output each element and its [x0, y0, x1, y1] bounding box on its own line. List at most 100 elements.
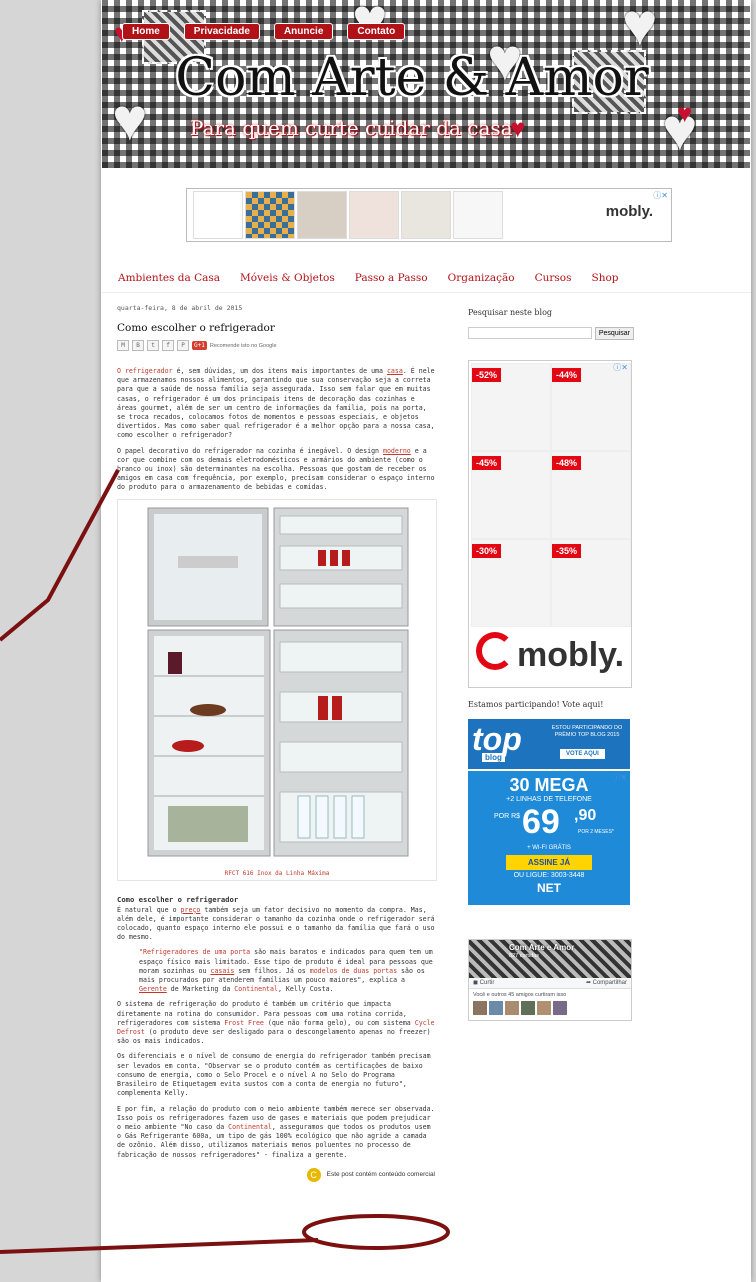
gplus-button[interactable]: G+1	[192, 341, 207, 350]
nav-anuncie[interactable]: Anuncie	[273, 23, 334, 40]
heart-icon: ♥	[622, 0, 658, 58]
blog-tagline: Para quem curte cuidar da casa	[190, 116, 513, 140]
net-months: POR 2 MESES*	[578, 829, 614, 835]
avatar[interactable]	[537, 1001, 551, 1015]
menu-moveis[interactable]: Móveis & Objetos	[240, 272, 335, 284]
post-title[interactable]: Como escolher o refrigerador	[117, 322, 435, 334]
avatar[interactable]	[505, 1001, 519, 1015]
net-por: POR R$	[494, 813, 521, 820]
text: de Marketing da	[166, 985, 235, 994]
net-mega: 30 MEGA	[509, 775, 589, 795]
text: O papel decorativo do refrigerador na co…	[117, 446, 383, 455]
discount-badge: -35%	[552, 544, 582, 558]
top-navigation: Home Privacidade Anuncie Contato	[122, 23, 406, 40]
search-widget: Pesquisar	[468, 327, 634, 340]
adchoices-icon[interactable]: ⓘ✕	[653, 190, 668, 201]
section-heading: Como escolher o refrigerador	[117, 894, 239, 904]
facebook-icon[interactable]: f	[162, 340, 174, 351]
avatar[interactable]	[521, 1001, 535, 1015]
top-blog-text: ESTOU PARTICIPANDO DO PRÊMIO TOP BLOG 20…	[551, 725, 623, 738]
top-blog-logo-sub: blog	[482, 753, 505, 762]
text: . É nele que armazenamos nossos alimento…	[117, 367, 435, 440]
menu-shop[interactable]: Shop	[592, 272, 619, 284]
ad-product-image: -45%	[471, 451, 551, 539]
link-frost-free[interactable]: Frost Free	[224, 1019, 264, 1027]
top-blog-badge[interactable]: top blog ESTOU PARTICIPANDO DO PRÊMIO TO…	[468, 719, 630, 769]
link-refrigerador[interactable]: O refrigerador	[117, 367, 173, 375]
facebook-like-button[interactable]: ◼ Curtir	[473, 979, 494, 986]
link-continental[interactable]: Continental	[228, 1123, 272, 1131]
ad-product-image: -30%	[471, 539, 551, 627]
commercial-text: Este post contém conteúdo comercial	[326, 1171, 435, 1179]
net-wifi: + WI-FI GRÁTIS	[527, 845, 571, 851]
mobly-sidebar-ad[interactable]: -52% -44% -45% -48% -30% -35% mobly. ⓘ✕	[468, 360, 632, 688]
nav-contato[interactable]: Contato	[347, 23, 406, 40]
nav-privacidade[interactable]: Privacidade	[183, 23, 260, 40]
ad-image	[349, 191, 399, 239]
facebook-page-widget: Com Arte e Amor 827 curtidas ◼ Curtir ➦ …	[468, 939, 632, 1021]
assine-button[interactable]: ASSINE JÁ	[505, 855, 593, 870]
link-preco[interactable]: preço	[181, 906, 201, 914]
link-continental[interactable]: Continental	[234, 985, 278, 993]
link-uma-porta[interactable]: "Refrigeradores de uma porta	[139, 948, 250, 956]
net-price-cents: ,90	[574, 807, 597, 824]
search-button[interactable]: Pesquisar	[594, 327, 634, 340]
coin-icon: C	[306, 1167, 321, 1182]
paragraph: E por fim, a relação do produto com o me…	[117, 1105, 435, 1160]
menu-passo-a-passo[interactable]: Passo a Passo	[355, 272, 428, 284]
top-banner-ad[interactable]: mobly. ⓘ✕	[186, 188, 672, 242]
link-gerente[interactable]: Gerente	[139, 985, 167, 993]
blog-title[interactable]: Com Arte & Amor	[132, 48, 692, 108]
ad-product-image: -44%	[551, 363, 631, 451]
share-buttons: M B t f P G+1 Recomende isto no Google	[117, 340, 435, 351]
facebook-page-name[interactable]: Com Arte e Amor	[509, 943, 574, 952]
ad-product-image: -35%	[551, 539, 631, 627]
category-menu: Ambientes da Casa Móveis & Objetos Passo…	[118, 272, 619, 284]
gplus-recommend-text: Recomende isto no Google	[209, 342, 277, 349]
text: (que não forma gelo), ou com sistema	[263, 1018, 415, 1027]
text: É natural que o	[117, 905, 181, 914]
link-casa[interactable]: casa	[387, 367, 403, 375]
post-image[interactable]: RFCT 616 Inox da Linha Máxima	[117, 498, 437, 881]
avatar[interactable]	[489, 1001, 503, 1015]
link-moderno[interactable]: moderno	[383, 447, 411, 455]
net-lines: +2 LINHAS DE TELEFONE	[506, 796, 592, 803]
mobly-logo: mobly.	[469, 632, 631, 675]
net-sidebar-ad[interactable]: 30 MEGA +2 LINHAS DE TELEFONE POR R$ 69 …	[468, 771, 630, 905]
adchoices-icon[interactable]: ⓘ✕	[613, 362, 628, 373]
net-price-int: 69	[522, 803, 560, 841]
paragraph: É natural que o preço também seja um fat…	[117, 906, 435, 943]
post-date: quarta-feira, 8 de abril de 2015	[117, 304, 243, 312]
facebook-share-button[interactable]: ➦ Compartilhar	[586, 979, 627, 986]
ad-image	[401, 191, 451, 239]
pinterest-icon[interactable]: P	[177, 340, 189, 351]
text: é, sem dúvidas, um dos itens mais import…	[172, 367, 387, 375]
search-input[interactable]	[468, 327, 592, 339]
menu-ambientes[interactable]: Ambientes da Casa	[118, 272, 220, 284]
vote-widget-title: Estamos participando! Vote aqui!	[468, 700, 604, 709]
menu-organizacao[interactable]: Organização	[448, 272, 515, 284]
refrigerator-image	[147, 507, 409, 857]
nav-home[interactable]: Home	[122, 23, 170, 40]
email-icon[interactable]: M	[117, 340, 129, 351]
paragraph: Os diferenciais e o nível de consumo de …	[117, 1052, 431, 1098]
twitter-icon[interactable]: t	[147, 340, 159, 351]
text: , Kelly Costa.	[277, 985, 334, 994]
ad-product-image: -52%	[471, 363, 551, 451]
facebook-actions: ◼ Curtir ➦ Compartilhar	[469, 978, 631, 989]
avatar[interactable]	[553, 1001, 567, 1015]
adchoices-icon[interactable]: ⓘ✕	[612, 772, 627, 783]
link-casais[interactable]: casais	[210, 967, 234, 975]
menu-cursos[interactable]: Cursos	[535, 272, 572, 284]
blogthis-icon[interactable]: B	[132, 340, 144, 351]
divider	[101, 292, 751, 293]
ad-image	[193, 191, 243, 239]
avatar[interactable]	[473, 1001, 487, 1015]
discount-badge: -48%	[552, 456, 582, 470]
ad-image	[297, 191, 347, 239]
vote-button[interactable]: VOTE AQUI	[560, 749, 605, 759]
commercial-disclosure: C Este post contém conteúdo comercial	[117, 1167, 435, 1182]
link-duas-portas[interactable]: modelos de duas portas	[310, 967, 397, 975]
paragraph: O papel decorativo do refrigerador na co…	[117, 447, 435, 493]
post: quarta-feira, 8 de abril de 2015 Como es…	[117, 304, 437, 1182]
